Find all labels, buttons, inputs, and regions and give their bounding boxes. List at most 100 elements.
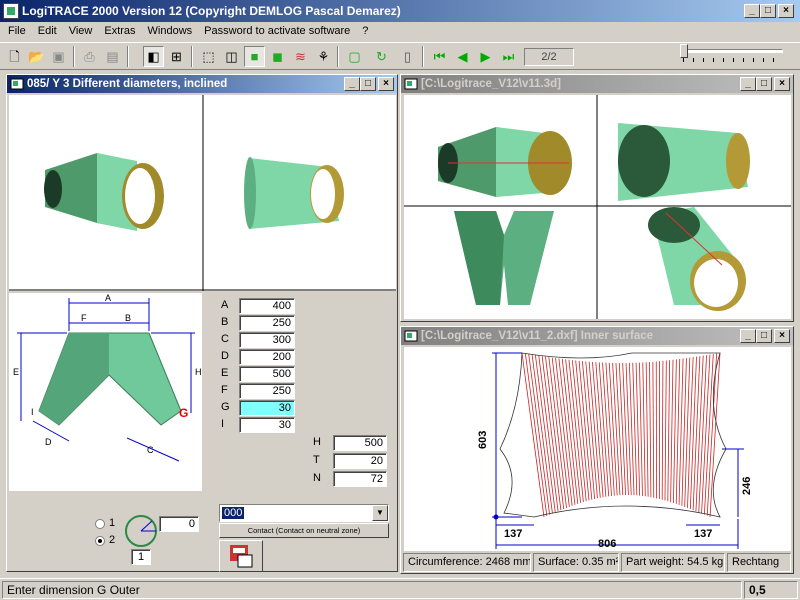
- rt-close-icon[interactable]: ×: [774, 77, 790, 91]
- last-page-icon[interactable]: ⏭: [498, 46, 519, 67]
- contact-button[interactable]: Contact (Contact on neutral zone): [219, 523, 389, 538]
- dim-input-h[interactable]: 500: [333, 435, 387, 451]
- next-page-icon[interactable]: ▶: [475, 46, 496, 67]
- minimize-icon[interactable]: _: [744, 4, 760, 18]
- generatrix-line: [531, 354, 553, 514]
- dim-input-t[interactable]: 20: [333, 453, 387, 469]
- menu-password[interactable]: Password to activate software: [198, 22, 356, 40]
- quad-view-icon[interactable]: ⊞: [166, 46, 187, 67]
- status-value: 0,5: [744, 581, 798, 599]
- menu-help[interactable]: ?: [356, 22, 374, 40]
- left-minimize-icon[interactable]: _: [344, 77, 360, 91]
- window-icon: [404, 78, 418, 90]
- right-bottom-title-bar: [C:\Logitrace_V12\v11_2.dxf] Inner surfa…: [401, 327, 793, 345]
- contact-combo[interactable]: 000 ▼: [219, 504, 389, 522]
- menu-edit[interactable]: Edit: [32, 22, 63, 40]
- shaded-cube-icon[interactable]: ■: [244, 46, 265, 67]
- generatrix-line: [687, 357, 694, 508]
- rb-minimize-icon[interactable]: _: [740, 329, 756, 343]
- color-map-icon[interactable]: ≋: [290, 46, 311, 67]
- generatrix-line: [561, 358, 579, 504]
- dim-input-a[interactable]: 400: [239, 298, 295, 314]
- rb-maximize-icon[interactable]: □: [756, 329, 772, 343]
- print-icon[interactable]: ⎙: [79, 46, 100, 67]
- dim-label-c: C: [221, 333, 229, 345]
- left-window-title-bar: 085/ Y 3 Different diameters, inclined _…: [7, 75, 397, 93]
- circumference-info: Circumference: 2468 mm: [403, 553, 531, 572]
- pipe-tree-icon[interactable]: ⚘: [313, 46, 334, 67]
- right-top-title-bar: [C:\Logitrace_V12\v11.3d] _ □ ×: [401, 75, 793, 93]
- left-3d-viewport[interactable]: [9, 95, 396, 291]
- right-3d-viewport[interactable]: [404, 95, 791, 319]
- generatrix-line: [692, 356, 701, 511]
- count-input[interactable]: 1: [131, 549, 151, 565]
- dim-input-g[interactable]: 30: [239, 400, 295, 416]
- dim-input-e[interactable]: 500: [239, 366, 295, 382]
- rt-maximize-icon[interactable]: □: [756, 77, 772, 91]
- zoom-slider-thumb[interactable]: [680, 44, 688, 58]
- maximize-icon[interactable]: □: [760, 4, 776, 18]
- rotate-icon[interactable]: ↻: [371, 46, 392, 67]
- label-a: A: [105, 293, 111, 303]
- generatrix-line: [521, 352, 545, 518]
- wireframe-cube-icon[interactable]: ⬚: [198, 46, 219, 67]
- dim-label-i: I: [221, 418, 225, 430]
- menu-windows[interactable]: Windows: [142, 22, 199, 40]
- new-file-icon[interactable]: 🗋: [4, 46, 25, 67]
- window-icon: [10, 78, 24, 90]
- preview-icon[interactable]: ▤: [102, 46, 123, 67]
- dim-left: 137: [504, 528, 522, 540]
- generatrix-line: [649, 361, 652, 498]
- calculator-icon: [230, 545, 253, 568]
- solid-cube-icon[interactable]: ◼: [267, 46, 288, 67]
- zoom-slider[interactable]: [683, 49, 783, 53]
- status-message: Enter dimension G Outer: [2, 581, 742, 599]
- info-icon[interactable]: ▯: [397, 46, 418, 67]
- menu-view[interactable]: View: [63, 22, 99, 40]
- dim-input-d[interactable]: 200: [239, 349, 295, 365]
- right-bottom-window: [C:\Logitrace_V12\v11_2.dxf] Inner surfa…: [400, 326, 794, 574]
- pipe-3d-views: [9, 95, 396, 291]
- dim-label-h: H: [313, 436, 321, 448]
- angle-input[interactable]: 0: [159, 516, 199, 532]
- close-icon[interactable]: ×: [778, 4, 794, 18]
- rt-minimize-icon[interactable]: _: [740, 77, 756, 91]
- dim-input-i[interactable]: 30: [239, 417, 295, 433]
- left-window-title: 085/ Y 3 Different diameters, inclined: [27, 78, 228, 90]
- single-view-icon[interactable]: ◧: [143, 46, 164, 67]
- calc-button[interactable]: [219, 540, 263, 572]
- generatrix-line: [670, 359, 674, 503]
- left-maximize-icon[interactable]: □: [360, 77, 376, 91]
- save-icon[interactable]: ▣: [48, 46, 69, 67]
- generatrix-line: [689, 356, 697, 510]
- left-window: 085/ Y 3 Different diameters, inclined _…: [6, 74, 398, 572]
- dim-label-g: G: [221, 401, 230, 413]
- chevron-down-icon[interactable]: ▼: [372, 505, 388, 521]
- generatrix-line: [585, 361, 598, 499]
- dim-input-b[interactable]: 250: [239, 315, 295, 331]
- menu-extras[interactable]: Extras: [98, 22, 141, 40]
- left-close-icon[interactable]: ×: [378, 77, 394, 91]
- open-folder-icon[interactable]: 📂: [26, 46, 47, 67]
- unfold-icon[interactable]: ▢: [344, 46, 365, 67]
- generatrix-line: [645, 362, 649, 497]
- dim-input-c[interactable]: 300: [239, 332, 295, 348]
- dim-input-f[interactable]: 250: [239, 383, 295, 399]
- hidden-line-cube-icon[interactable]: ◫: [221, 46, 242, 67]
- generatrix-line: [639, 362, 643, 496]
- radio-2[interactable]: [95, 536, 105, 546]
- dim-input-n[interactable]: 72: [333, 471, 387, 487]
- dxf-unfold-viewport[interactable]: 603 246 137 137 806: [404, 347, 791, 551]
- previous-page-icon[interactable]: ◀: [452, 46, 473, 67]
- rb-close-icon[interactable]: ×: [774, 329, 790, 343]
- dim-label-e: E: [221, 367, 229, 379]
- radio-1[interactable]: [95, 519, 105, 529]
- radio-2-label: 2: [109, 534, 116, 546]
- dim-height: 603: [477, 431, 489, 449]
- menu-file[interactable]: File: [2, 22, 32, 40]
- generatrix-line: [642, 362, 646, 497]
- app-icon: [3, 3, 19, 19]
- first-page-icon[interactable]: ⏮: [429, 46, 450, 67]
- generatrix-line: [675, 358, 681, 504]
- weight-info: Part weight: 54.5 kg: [621, 553, 725, 572]
